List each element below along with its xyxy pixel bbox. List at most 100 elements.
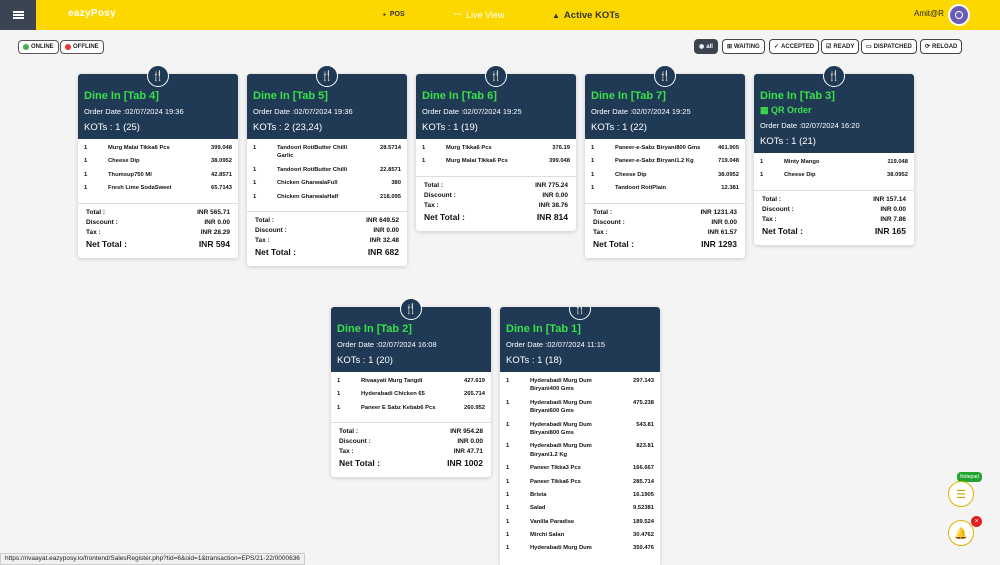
card-header: 🍴 Dine In [Tab 3] ▦ QR Order Order Date … <box>754 65 914 153</box>
discount-row: Discount : INR 0.00 <box>86 218 230 226</box>
hamburger-menu-button[interactable] <box>0 0 36 30</box>
cutlery-icon: 🍴 <box>485 65 507 87</box>
order-card[interactable]: 🍴 Dine In [Tab 1] Order Date :02/07/2024… <box>500 307 660 565</box>
card-title: Dine In [Tab 5] <box>253 90 328 102</box>
total-row: Total : INR 1231.43 <box>593 208 737 216</box>
list-item: 1 Tandoori RotiPlain 12.381 <box>591 185 739 192</box>
total-row: Total : INR 565.71 <box>86 208 230 216</box>
list-icon: ☰ <box>956 488 966 501</box>
totals: Total : INR 775.24 Discount : INR 0.00 Tax… <box>416 177 576 231</box>
pos-icon: ▪ <box>383 10 386 19</box>
order-date: Order Date :02/07/2024 19:36 <box>84 107 184 116</box>
list-item: 1 Murg Malai Tikka6 Pcs 399.048 <box>84 145 232 151</box>
list-item: 1 Cheese Dip 38.0952 <box>760 172 908 179</box>
list-item: 1 Chicken GharwalaHalf 218.095 <box>253 193 401 200</box>
card-header: 🍴 Dine In [Tab 1] Order Date :02/07/2024… <box>500 307 660 372</box>
total-row: Total : INR 775.24 <box>424 181 568 189</box>
discount-row: Discount : INR 0.00 <box>762 205 906 213</box>
offline-filter[interactable]: OFFLINE <box>60 40 104 54</box>
total-row: Total : INR 157.14 <box>762 195 906 203</box>
order-card[interactable]: 🍴 Dine In [Tab 7] Order Date :02/07/2024… <box>585 65 745 258</box>
list-item: 1 Hyderabadi Chicken 65 265.714 <box>337 391 485 398</box>
tax-row: Tax : INR 47.71 <box>339 448 483 456</box>
cutlery-icon: 🍴 <box>569 307 591 320</box>
tax-row: Tax : INR 61.57 <box>593 228 737 236</box>
filter-ready-button[interactable]: ☑ READY <box>821 39 860 54</box>
list-item: 1 Thumsup750 Ml 42.8571 <box>84 171 232 178</box>
list-item: 1 Tandoori RotiButter Chilli 22.8571 <box>253 166 401 173</box>
filter-waiting-button[interactable]: ⊞ WAITING <box>722 39 765 54</box>
live-view-icon: 〰 <box>454 10 462 19</box>
nav-active-kots[interactable]: ▲ Active KOTs <box>552 10 620 21</box>
truck-icon: ▭ <box>866 44 872 50</box>
order-card[interactable]: 🍴 Dine In [Tab 3] ▦ QR Order Order Date … <box>754 65 914 245</box>
list-item: 1 Chicken GharwalaFull 380 <box>253 180 401 187</box>
list-item: 1 Cheese Dip 38.0952 <box>591 171 739 178</box>
item-list: 1 Paneer-e-Sabz Biryani800 Gms 461.905 1 Pa… <box>585 139 745 204</box>
list-item: 1 Cheese Dip 38.0952 <box>84 158 232 165</box>
filter-dispatched-button[interactable]: ▭ DISPATCHED <box>861 39 917 54</box>
list-item: 1 Fresh Lime SodaSweet 65.7143 <box>84 185 232 192</box>
check-square-icon: ☑ <box>826 44 832 50</box>
list-item: 1 Minty Mango 119.048 <box>760 159 908 165</box>
net-total-row: Net Total : INR 814 <box>424 211 568 222</box>
notification-button[interactable]: 🔔 <box>948 520 974 546</box>
list-item: 1 Salad 9.52381 <box>506 505 654 512</box>
list-item: 1 Hyderabadi Murg Dum 350.476 <box>506 545 654 552</box>
card-title: Dine In [Tab 3] <box>760 90 835 102</box>
reload-button[interactable]: ⟳ RELOAD <box>920 39 963 54</box>
nav-live-view[interactable]: 〰 Live View <box>454 9 504 20</box>
list-item: 1 Paneer E Sabz Kebab6 Pcs 260.952 <box>337 404 485 411</box>
online-filter[interactable]: ONLINE <box>18 40 59 54</box>
globe-icon: ◉ <box>699 44 705 50</box>
net-total-row: Net Total : INR 682 <box>255 246 399 257</box>
order-date: Order Date :02/07/2024 19:25 <box>591 107 691 116</box>
qr-code-icon: ▦ <box>760 105 772 115</box>
order-date: Order Date :02/07/2024 11:15 <box>506 340 606 349</box>
card-header: 🍴 Dine In [Tab 7] Order Date :02/07/2024… <box>585 65 745 139</box>
list-item: 1 Tandoori RotiButter Chilli Garlic 28.571… <box>253 145 401 160</box>
menu-icon <box>12 10 24 21</box>
tax-row: Tax : INR 38.76 <box>424 201 568 209</box>
card-header: 🍴 Dine In [Tab 6] Order Date :02/07/2024… <box>416 65 576 139</box>
order-card[interactable]: 🍴 Dine In [Tab 2] Order Date :02/07/2024… <box>331 298 491 478</box>
avatar[interactable] <box>948 4 970 26</box>
kots-count: KOTs : 1 (25) <box>84 122 140 133</box>
card-title: Dine In [Tab 2] <box>337 323 412 335</box>
order-card[interactable]: 🍴 Dine In [Tab 6] Order Date :02/07/2024… <box>416 65 576 231</box>
nav-pos[interactable]: ▪ POS <box>383 10 405 19</box>
qr-order-label: ▦ QR Order <box>760 105 812 115</box>
cutlery-icon: 🍴 <box>654 65 676 87</box>
cutlery-icon: 🍴 <box>316 65 338 87</box>
filter-all-button[interactable]: ◉ all <box>694 39 718 54</box>
list-item: 1 Paneer-e-Sabz Biryani1.2 Kg 719.048 <box>591 158 739 165</box>
bell-icon: 🔔 <box>954 527 968 540</box>
kots-count: KOTs : 1 (22) <box>591 122 647 133</box>
order-card[interactable]: 🍴 Dine In [Tab 4] Order Date :02/07/2024… <box>78 65 238 258</box>
card-title: Dine In [Tab 4] <box>84 90 159 102</box>
online-dot-icon <box>23 44 29 50</box>
kots-count: KOTs : 1 (21) <box>760 136 816 147</box>
item-list: 1 Tandoori RotiButter Chilli Garlic 28.571… <box>247 139 407 212</box>
check-circle-icon: ✓ <box>774 44 780 50</box>
cutlery-icon: 🍴 <box>823 65 845 87</box>
card-header: 🍴 Dine In [Tab 2] Order Date :02/07/2024… <box>331 298 491 372</box>
totals: Total : INR 565.71 Discount : INR 0.00 Tax… <box>78 204 238 258</box>
item-list: 1 Hyderabadi Murg Dum Biryani400 Gms 297.1… <box>500 372 660 563</box>
list-item: 1 Brista 16.1905 <box>506 491 654 498</box>
list-item: 1 Murg Tikka6 Pcs 376.19 <box>422 145 570 151</box>
item-list: 1 Rivaayati Murg Tangdi 427.619 1 Hyderabad… <box>331 372 491 424</box>
filter-accepted-button[interactable]: ✓ ACCEPTED <box>769 39 820 54</box>
user-name[interactable]: Amit@R <box>914 9 944 18</box>
list-item: 1 Vanilla Paradise 189.524 <box>506 518 654 525</box>
close-icon[interactable]: × <box>971 516 982 527</box>
notepad-button[interactable]: ☰ <box>948 481 974 507</box>
card-title: Dine In [Tab 1] <box>506 323 581 335</box>
order-date: Order Date :02/07/2024 19:25 <box>422 107 522 116</box>
cutlery-icon: 🍴 <box>400 298 422 320</box>
card-title: Dine In [Tab 6] <box>422 90 497 102</box>
order-card[interactable]: 🍴 Dine In [Tab 5] Order Date :02/07/2024… <box>247 65 407 266</box>
chef-hat-icon: ▲ <box>552 11 560 20</box>
cart-icon: ⊞ <box>727 44 733 50</box>
kots-count: KOTs : 1 (18) <box>506 355 562 366</box>
